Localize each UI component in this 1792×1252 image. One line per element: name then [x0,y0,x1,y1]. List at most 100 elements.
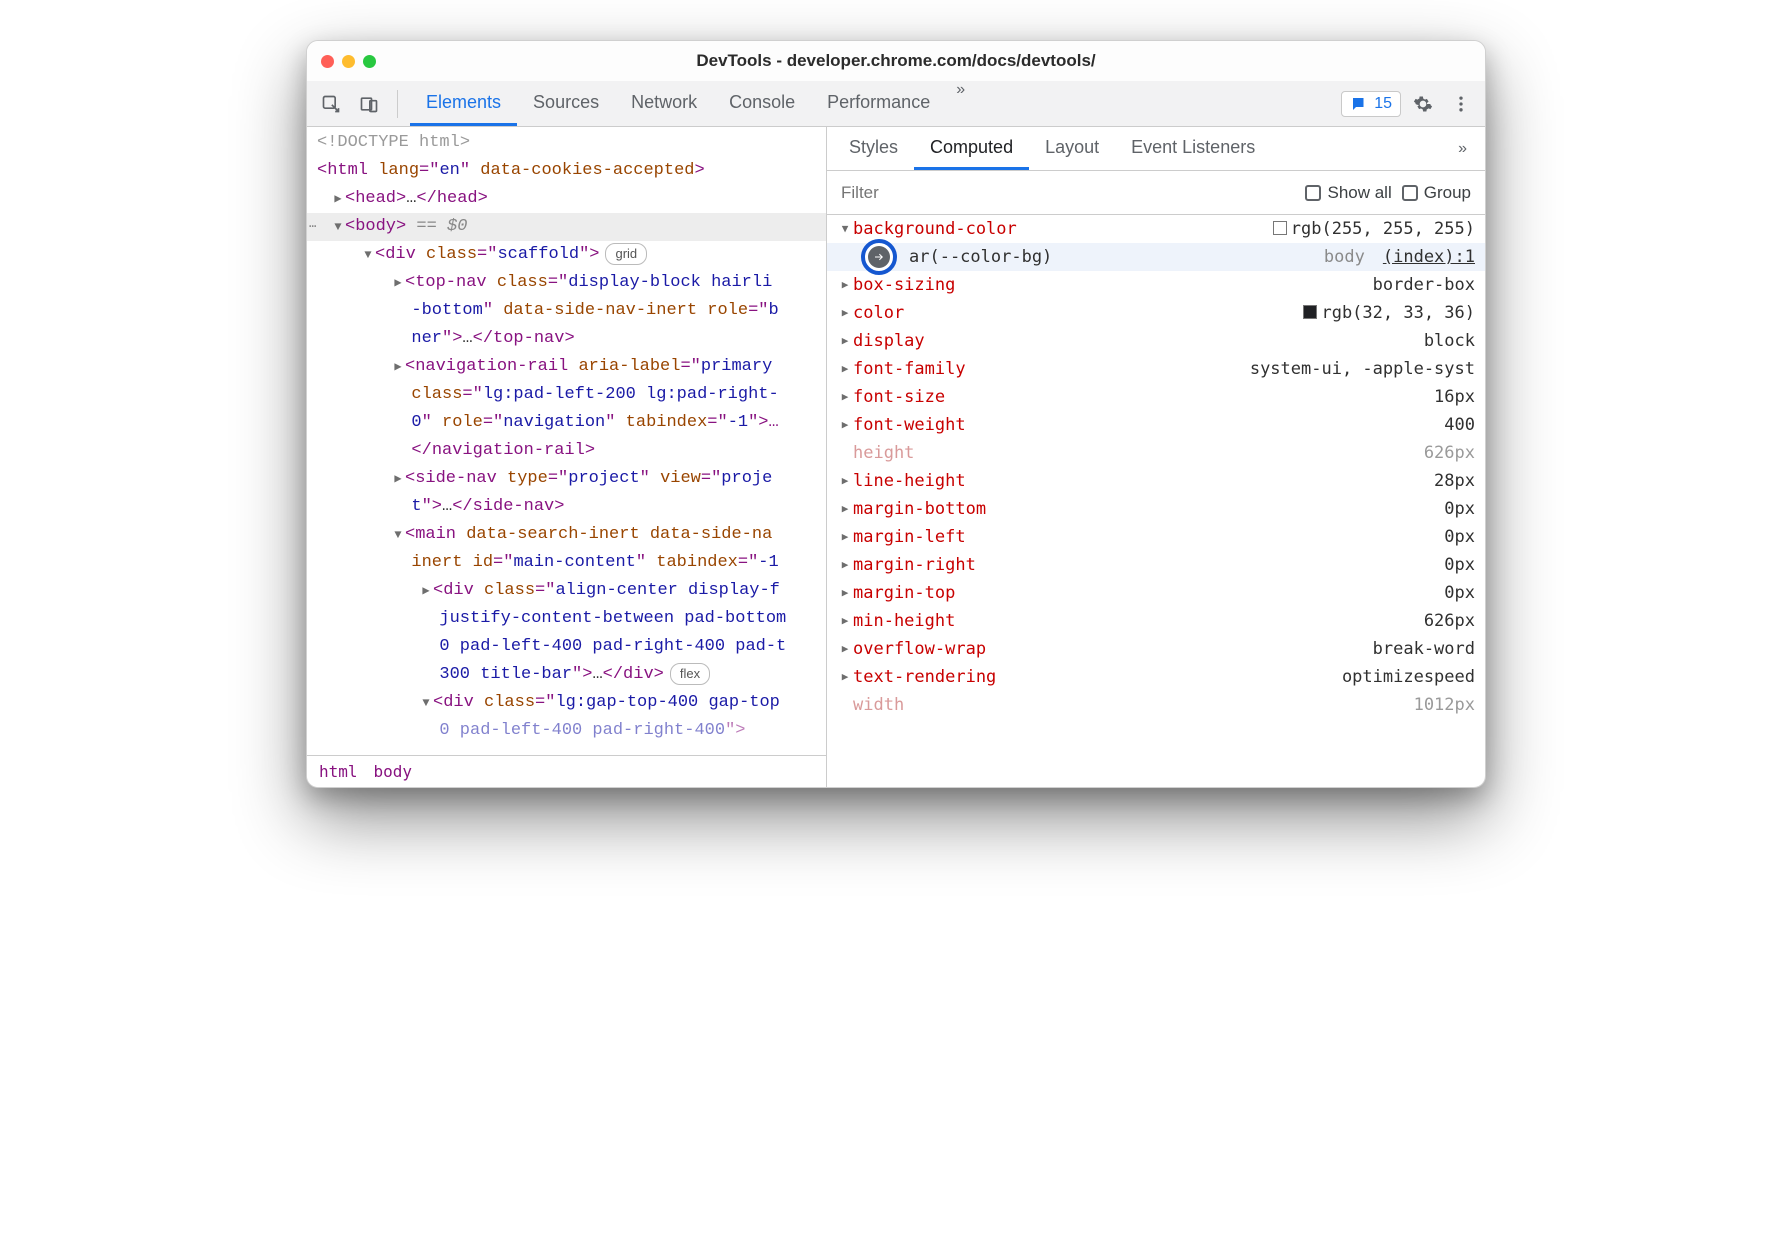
computed-row[interactable]: ▶overflow-wrap break-word [827,635,1485,663]
toolbar-separator [397,90,398,118]
traffic-lights [321,55,376,68]
subtab-layout[interactable]: Layout [1029,127,1115,170]
subtab-event-listeners[interactable]: Event Listeners [1115,127,1271,170]
more-subtabs-button[interactable]: » [1446,140,1479,158]
subtab-computed[interactable]: Computed [914,127,1029,170]
devtools-window: DevTools - developer.chrome.com/docs/dev… [306,40,1486,788]
computed-prop-name: font-family [853,355,966,383]
computed-row[interactable]: ▶box-sizingborder-box [827,271,1485,299]
device-toggle-icon[interactable] [353,88,385,120]
breadcrumb-html[interactable]: html [319,762,358,781]
computed-row[interactable]: ▶font-familysystem-ui, -apple-syst [827,355,1485,383]
color-swatch-icon[interactable] [1303,305,1317,319]
computed-prop-name: font-weight [853,411,966,439]
computed-prop-name: font-size [853,383,945,411]
more-tabs-button[interactable]: » [946,81,975,126]
subtab-styles[interactable]: Styles [833,127,914,170]
computed-row[interactable]: ▶font-weight 400 [827,411,1485,439]
tab-network[interactable]: Network [615,81,713,126]
breadcrumb-body[interactable]: body [374,762,413,781]
panels-container: <!DOCTYPE html> <html lang="en" data-coo… [307,127,1485,787]
main-toolbar: Elements Sources Network Console Perform… [307,81,1485,127]
dom-tree[interactable]: <!DOCTYPE html> <html lang="en" data-coo… [307,127,826,755]
expand-icon[interactable]: ▶ [837,607,853,635]
computed-prop-value: block [1406,327,1475,355]
computed-prop-value: 28px [1416,467,1475,495]
expand-icon[interactable]: ▶ [837,495,853,523]
computed-prop-value: 400 [1426,411,1475,439]
computed-row[interactable]: ▶line-height 28px [827,467,1485,495]
expand-icon[interactable]: ▶ [837,383,853,411]
group-checkbox[interactable]: Group [1402,183,1471,203]
expand-icon[interactable]: ▶ [837,411,853,439]
tab-console[interactable]: Console [713,81,811,126]
tab-elements[interactable]: Elements [410,81,517,126]
computed-row[interactable]: height626px [827,439,1485,467]
computed-row[interactable]: ▶min-height626px [827,607,1485,635]
inspect-element-icon[interactable] [315,88,347,120]
collapse-icon[interactable] [391,521,405,549]
window-titlebar: DevTools - developer.chrome.com/docs/dev… [307,41,1485,81]
settings-gear-icon[interactable] [1407,88,1439,120]
expand-icon[interactable]: ▶ [837,299,853,327]
filter-input[interactable] [841,183,1295,203]
computed-prop-name: margin-bottom [853,495,986,523]
computed-row[interactable]: ▶display block [827,327,1485,355]
computed-prop-name: line-height [853,467,966,495]
computed-prop-name: text-rendering [853,663,996,691]
computed-row[interactable]: ▶margin-top0px [827,579,1485,607]
computed-row[interactable]: ▶font-size16px [827,383,1485,411]
more-actions-icon[interactable]: ⋯ [309,213,316,241]
expand-icon[interactable] [391,269,405,297]
computed-prop-name: width [853,691,904,719]
issues-badge[interactable]: 15 [1341,91,1401,117]
kebab-menu-icon[interactable] [1445,88,1477,120]
navigate-to-source-icon[interactable] [861,239,897,275]
layout-badge-grid[interactable]: grid [605,243,647,265]
collapse-icon[interactable] [331,213,345,241]
computed-row[interactable]: ▶text-rendering optimizespeed [827,663,1485,691]
collapse-icon[interactable] [361,241,375,269]
computed-prop-value: optimizespeed [1324,663,1475,691]
computed-row[interactable]: ▶margin-right0px [827,551,1485,579]
styles-sidebar: Styles Computed Layout Event Listeners »… [827,127,1485,787]
expand-icon[interactable]: ▶ [837,663,853,691]
computed-row[interactable]: width1012px [827,691,1485,719]
expand-icon[interactable] [419,577,433,605]
expand-icon[interactable]: ▶ [837,355,853,383]
expand-icon[interactable] [391,465,405,493]
expand-icon[interactable] [391,353,405,381]
expand-icon[interactable] [331,185,345,213]
computed-prop-value: 0px [1426,523,1475,551]
tab-performance[interactable]: Performance [811,81,946,126]
elements-panel: <!DOCTYPE html> <html lang="en" data-coo… [307,127,827,787]
layout-badge-flex[interactable]: flex [670,663,710,685]
computed-prop-value: border-box [1355,271,1475,299]
color-swatch-icon[interactable] [1273,221,1287,235]
show-all-checkbox[interactable]: Show all [1305,183,1391,203]
expand-icon[interactable]: ▶ [837,523,853,551]
computed-prop-value: break-word [1355,635,1475,663]
collapse-icon[interactable] [419,689,433,717]
tab-sources[interactable]: Sources [517,81,615,126]
main-tab-strip: Elements Sources Network Console Perform… [410,81,975,126]
source-link[interactable]: (index):1 [1383,243,1475,271]
expand-icon[interactable]: ▶ [837,579,853,607]
dom-selected-body[interactable]: ⋯<body> == $0 [307,213,826,241]
expand-icon[interactable]: ▶ [837,327,853,355]
expand-icon[interactable]: ▶ [837,467,853,495]
computed-properties-list[interactable]: ▼ background-color rgb(255, 255, 255) ar… [827,215,1485,787]
computed-prop-name: overflow-wrap [853,635,986,663]
minimize-window-button[interactable] [342,55,355,68]
computed-trace-row[interactable]: ar(--color-bg) body (index):1 [827,243,1485,271]
computed-prop-name: display [853,327,925,355]
zoom-window-button[interactable] [363,55,376,68]
expand-icon[interactable]: ▶ [837,271,853,299]
computed-row[interactable]: ▶margin-left0px [827,523,1485,551]
close-window-button[interactable] [321,55,334,68]
expand-icon[interactable]: ▶ [837,635,853,663]
computed-row[interactable]: ▼ background-color rgb(255, 255, 255) [827,215,1485,243]
computed-row[interactable]: ▶colorrgb(32, 33, 36) [827,299,1485,327]
computed-row[interactable]: ▶margin-bottom0px [827,495,1485,523]
expand-icon[interactable]: ▶ [837,551,853,579]
